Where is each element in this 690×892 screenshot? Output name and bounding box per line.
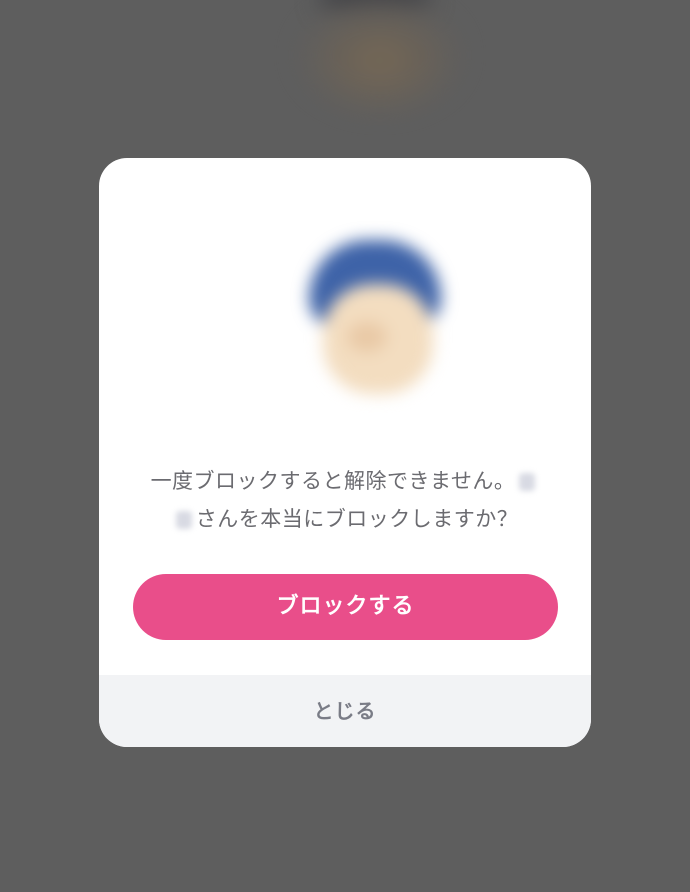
- confirm-message: 一度ブロックすると解除できません。 さんを本当にブロックしますか？: [99, 462, 591, 538]
- message-text-1: 一度ブロックすると解除できません。: [150, 469, 516, 493]
- user-avatar: [295, 224, 455, 414]
- block-button[interactable]: ブロックする: [133, 574, 558, 640]
- avatar-shade: [347, 322, 387, 352]
- background-blur-image: [300, 0, 460, 110]
- message-line-1: 一度ブロックすると解除できません。: [99, 462, 591, 500]
- message-line-2: さんを本当にブロックしますか？: [99, 500, 591, 538]
- blurred-username-end: [175, 511, 192, 529]
- message-text-2: さんを本当にブロックしますか？: [195, 507, 519, 531]
- close-button[interactable]: とじる: [99, 675, 591, 747]
- blurred-username-start: [519, 473, 536, 491]
